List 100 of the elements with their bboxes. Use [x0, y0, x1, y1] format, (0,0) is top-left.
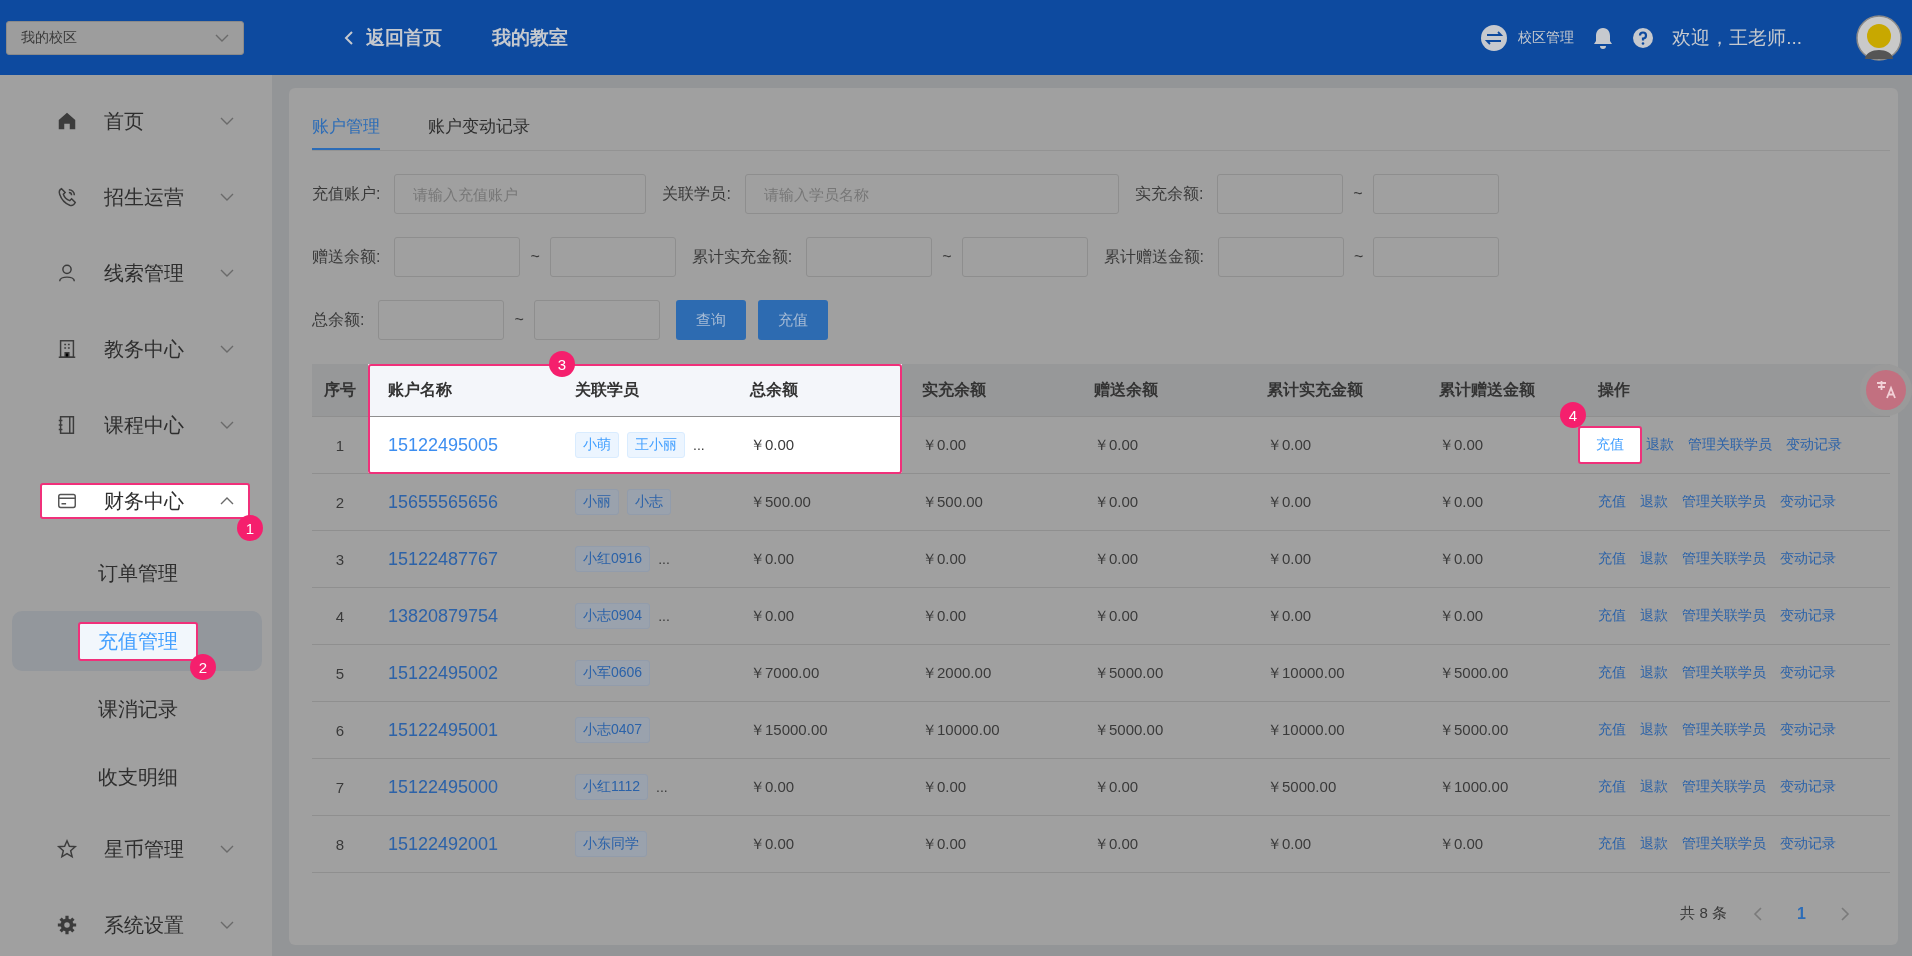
student-tag: 小志0407: [575, 717, 651, 743]
sidebar-item[interactable]: 系统设置: [40, 907, 250, 943]
account-link[interactable]: 15655565656: [388, 491, 499, 513]
row-action-link[interactable]: 退款: [1640, 607, 1668, 625]
back-link[interactable]: 返回首页: [366, 24, 442, 51]
row-action-link[interactable]: 变动记录: [1780, 607, 1836, 625]
amount-cell: ￥0.00: [1439, 549, 1484, 569]
row-action-link[interactable]: 退款: [1646, 436, 1674, 454]
submenu-item[interactable]: 收支明细: [78, 757, 198, 797]
row-action-link[interactable]: 退款: [1640, 721, 1668, 739]
avatar[interactable]: [1856, 14, 1902, 61]
filter-label: 充值账户:: [312, 183, 381, 204]
amount-cell: ￥0.00: [750, 606, 795, 626]
row-action-link[interactable]: 充值: [1598, 778, 1626, 796]
nav-title[interactable]: 我的教室: [492, 24, 568, 51]
tab[interactable]: 账户变动记录: [428, 115, 530, 150]
prev-page-icon[interactable]: [1753, 905, 1764, 922]
sidebar-item[interactable]: 教务中心: [40, 331, 250, 367]
swap-icon[interactable]: [1480, 23, 1509, 52]
row-action-link[interactable]: 退款: [1640, 835, 1668, 853]
row-action-link[interactable]: 管理关联学员: [1682, 835, 1766, 853]
campus-manage-link[interactable]: 校区管理: [1518, 28, 1575, 47]
tab[interactable]: 账户管理: [312, 115, 380, 150]
row-action-link[interactable]: 变动记录: [1780, 664, 1836, 682]
sidebar-item[interactable]: 线索管理: [40, 255, 250, 291]
amount-cell: ￥0.00: [750, 435, 795, 455]
row-action-link[interactable]: 退款: [1640, 493, 1668, 511]
range-separator: ~: [1354, 248, 1364, 266]
more-indicator: ...: [658, 608, 670, 624]
help-icon[interactable]: [1632, 26, 1655, 49]
row-action-link[interactable]: 退款: [1640, 550, 1668, 568]
chevron-icon: [220, 345, 234, 353]
submenu-item[interactable]: 订单管理: [78, 553, 198, 593]
total-count: 共 8 条: [1680, 904, 1728, 923]
filter-label: 累计实充金额:: [691, 246, 793, 267]
row-action-link[interactable]: 变动记录: [1780, 721, 1836, 739]
row-action-link[interactable]: 充值: [1598, 721, 1626, 739]
row-action-link[interactable]: 变动记录: [1780, 550, 1836, 568]
account-link[interactable]: 15122492001: [388, 833, 499, 855]
action-button[interactable]: 充值: [757, 300, 828, 340]
row-action-link[interactable]: 管理关联学员: [1682, 721, 1766, 739]
row-action-link[interactable]: 变动记录: [1780, 493, 1836, 511]
row-action-link[interactable]: 管理关联学员: [1682, 607, 1766, 625]
row-action-link[interactable]: 管理关联学员: [1682, 664, 1766, 682]
welcome-text: 欢迎，王老师...: [1672, 25, 1802, 50]
filter-label: 赠送余额:: [312, 246, 381, 267]
action-button[interactable]: 查询: [675, 300, 746, 340]
campus-select[interactable]: 我的校区: [6, 20, 244, 55]
row-number: 6: [334, 720, 346, 741]
amount-cell: ￥0.00: [922, 549, 967, 569]
filter-label: 累计赠送金额:: [1103, 246, 1205, 267]
row-action-link[interactable]: 管理关联学员: [1688, 436, 1772, 454]
step-badge: 1: [237, 515, 263, 541]
row-action-link[interactable]: 管理关联学员: [1682, 550, 1766, 568]
amount-cell: ￥2000.00: [922, 663, 992, 683]
row-action-link[interactable]: 充值: [1598, 493, 1626, 511]
amount-cell: ￥0.00: [1439, 435, 1484, 455]
row-number: 8: [334, 834, 346, 855]
student-tag: 小军0606: [575, 660, 651, 686]
amount-cell: ￥0.00: [1439, 492, 1484, 512]
sidebar-item[interactable]: 星币管理: [40, 831, 250, 867]
sidebar-item[interactable]: 财务中心: [40, 483, 250, 519]
account-link[interactable]: 15122495002: [388, 662, 499, 684]
account-link[interactable]: 15122487767: [388, 548, 499, 570]
row-action-link[interactable]: 变动记录: [1780, 778, 1836, 796]
account-link[interactable]: 13820879754: [388, 605, 499, 627]
row-action-link[interactable]: 充值: [1578, 426, 1642, 464]
chevron-icon: [220, 117, 234, 125]
bell-icon[interactable]: [1592, 25, 1615, 50]
account-link[interactable]: 15122495000: [388, 776, 499, 798]
amount-cell: ￥5000.00: [1094, 720, 1164, 740]
submenu-item[interactable]: 课消记录: [78, 689, 198, 729]
amount-cell: ￥5000.00: [1267, 777, 1337, 797]
row-action-link[interactable]: 充值: [1598, 664, 1626, 682]
next-page-icon[interactable]: [1840, 905, 1850, 922]
row-action-link[interactable]: 变动记录: [1786, 436, 1842, 454]
amount-cell: ￥0.00: [1267, 606, 1312, 626]
student-tag: 小东同学: [575, 831, 647, 857]
sidebar-item[interactable]: 首页: [40, 103, 250, 139]
submenu-item[interactable]: 充值管理: [78, 621, 198, 661]
account-link[interactable]: 15122495001: [388, 719, 499, 741]
amount-cell: ￥0.00: [1267, 834, 1312, 854]
row-action-link[interactable]: 退款: [1640, 778, 1668, 796]
sidebar-item[interactable]: 招生运营: [40, 179, 250, 215]
sidebar-item[interactable]: 课程中心: [40, 407, 250, 443]
row-action-link[interactable]: 管理关联学员: [1682, 493, 1766, 511]
column-header: 总余额: [750, 379, 798, 400]
chevron-icon: [220, 921, 234, 929]
amount-cell: ￥0.00: [1267, 549, 1312, 569]
page-number[interactable]: 1: [1789, 904, 1814, 923]
row-action-link[interactable]: 充值: [1598, 835, 1626, 853]
row-action-link[interactable]: 变动记录: [1780, 835, 1836, 853]
row-action-link[interactable]: 充值: [1598, 550, 1626, 568]
column-header: 序号: [324, 379, 356, 400]
row-action-link[interactable]: 充值: [1598, 607, 1626, 625]
row-action-link[interactable]: 退款: [1640, 664, 1668, 682]
chevron-icon: [220, 421, 234, 429]
amount-cell: ￥0.00: [750, 777, 795, 797]
row-action-link[interactable]: 管理关联学员: [1682, 778, 1766, 796]
range-separator: ~: [1353, 185, 1363, 203]
